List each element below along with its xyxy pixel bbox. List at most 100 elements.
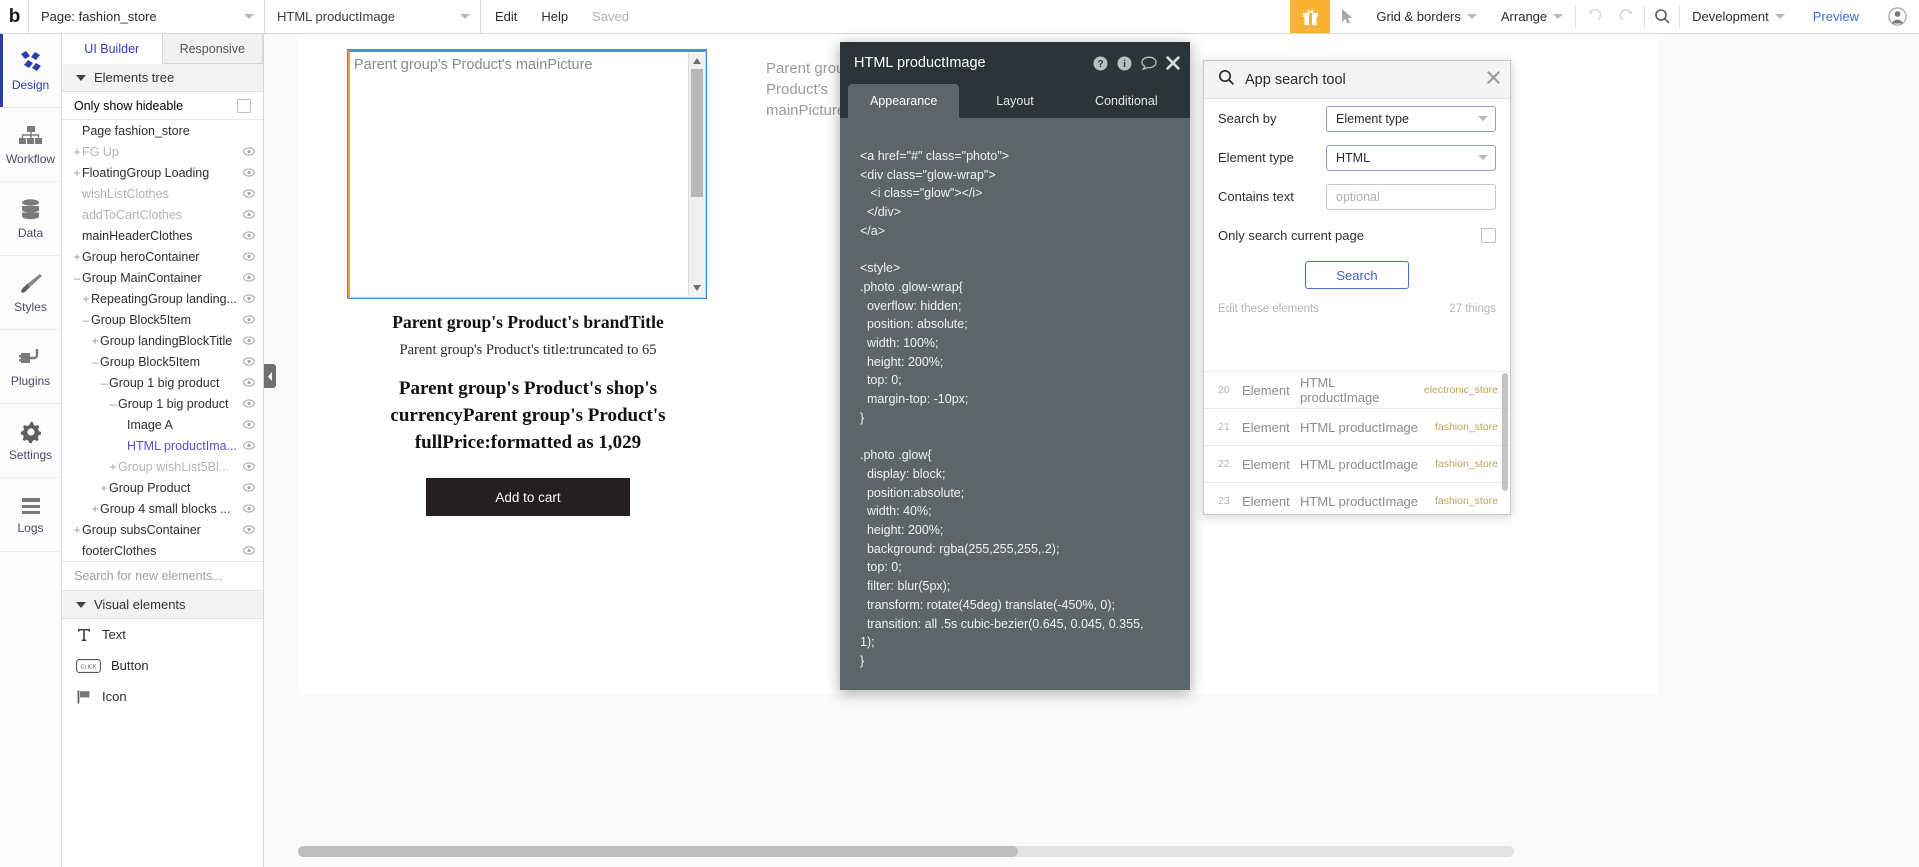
environment-dropdown[interactable]: Development bbox=[1680, 0, 1797, 33]
visibility-eye-icon[interactable] bbox=[243, 397, 255, 411]
tree-item[interactable]: – Group Block5Item bbox=[62, 309, 263, 330]
tree-item[interactable]: – Group MainContainer bbox=[62, 267, 263, 288]
visibility-eye-icon[interactable] bbox=[243, 229, 255, 243]
modal-header[interactable]: HTML productImage ? i bbox=[840, 42, 1190, 84]
edit-these-elements-link[interactable]: Edit these elements bbox=[1218, 303, 1319, 315]
bubble-logo-icon[interactable]: b bbox=[0, 0, 28, 33]
canvas-horizontal-scrollbar[interactable] bbox=[298, 846, 1514, 857]
close-icon[interactable] bbox=[1487, 70, 1500, 89]
collapse-icon[interactable]: – bbox=[81, 313, 91, 327]
redo-icon[interactable] bbox=[1610, 0, 1644, 33]
comment-icon[interactable] bbox=[1141, 56, 1157, 71]
info-icon[interactable]: i bbox=[1117, 56, 1132, 71]
visibility-eye-icon[interactable] bbox=[243, 502, 255, 516]
element-properties-modal[interactable]: HTML productImage ? i Appearance Layout … bbox=[840, 42, 1190, 690]
visibility-eye-icon[interactable] bbox=[243, 145, 255, 159]
product-card[interactable]: Parent group's Product's mainPicture Par… bbox=[347, 49, 708, 516]
visibility-eye-icon[interactable] bbox=[243, 376, 255, 390]
rail-item-workflow[interactable]: Workflow bbox=[0, 108, 61, 182]
expand-icon[interactable]: + bbox=[108, 460, 118, 474]
visibility-eye-icon[interactable] bbox=[243, 355, 255, 369]
tab-ui-builder[interactable]: UI Builder bbox=[62, 34, 163, 64]
collapse-icon[interactable]: – bbox=[99, 376, 109, 390]
visibility-eye-icon[interactable] bbox=[243, 418, 255, 432]
help-icon[interactable]: ? bbox=[1093, 56, 1108, 71]
tab-responsive[interactable]: Responsive bbox=[162, 34, 263, 63]
rail-item-styles[interactable]: Styles bbox=[0, 256, 61, 330]
tree-item[interactable]: – Group 1 big product bbox=[62, 372, 263, 393]
rail-item-plugins[interactable]: Plugins bbox=[0, 330, 61, 404]
results-scrollbar-thumb[interactable] bbox=[1502, 373, 1508, 491]
tree-item[interactable]: footerClothes bbox=[62, 540, 263, 561]
search-result-row[interactable]: 22 Element HTML productImage fashion_store bbox=[1204, 445, 1510, 482]
panel-collapse-handle[interactable] bbox=[264, 364, 276, 388]
tree-item[interactable]: addToCartClothes bbox=[62, 204, 263, 225]
tree-item[interactable]: + FloatingGroup Loading bbox=[62, 162, 263, 183]
expand-icon[interactable]: + bbox=[72, 250, 82, 264]
palette-item-icon[interactable]: Icon bbox=[62, 681, 263, 712]
visibility-eye-icon[interactable] bbox=[243, 292, 255, 306]
tree-item[interactable]: + FG Up bbox=[62, 141, 263, 162]
arrange-dropdown[interactable]: Arrange bbox=[1489, 0, 1575, 33]
palette-item-text[interactable]: Text bbox=[62, 619, 263, 650]
user-avatar[interactable] bbox=[1875, 0, 1919, 33]
expand-icon[interactable]: + bbox=[81, 292, 91, 306]
gift-icon[interactable] bbox=[1290, 0, 1331, 33]
html-code-editor[interactable]: <a href="#" class="photo"> <div class="g… bbox=[858, 143, 1172, 690]
contains-text-input[interactable]: optional bbox=[1326, 183, 1496, 210]
cursor-tool-icon[interactable] bbox=[1330, 0, 1364, 33]
visual-elements-header[interactable]: Visual elements bbox=[62, 591, 263, 619]
tree-item[interactable]: + Group wishList5Bl... bbox=[62, 456, 263, 477]
rail-item-data[interactable]: Data bbox=[0, 182, 61, 256]
search-result-row[interactable]: 20 Element HTML productImage electronic_sto… bbox=[1204, 371, 1510, 408]
scrollbar-thumb[interactable] bbox=[691, 69, 703, 197]
product-image-placeholder[interactable]: Parent group's Product's mainPicture bbox=[347, 49, 707, 299]
undo-icon[interactable] bbox=[1576, 0, 1610, 33]
collapse-icon[interactable]: – bbox=[108, 397, 118, 411]
elements-tree-header[interactable]: Elements tree bbox=[62, 64, 263, 92]
close-icon[interactable] bbox=[1166, 56, 1180, 70]
visibility-eye-icon[interactable] bbox=[243, 313, 255, 327]
palette-item-button[interactable]: CLICK Button bbox=[62, 650, 263, 681]
tree-item[interactable]: mainHeaderClothes bbox=[62, 225, 263, 246]
tab-layout[interactable]: Layout bbox=[959, 84, 1070, 118]
tree-item[interactable]: Page fashion_store bbox=[62, 120, 263, 141]
rail-item-design[interactable]: Design bbox=[0, 34, 61, 108]
expand-icon[interactable]: + bbox=[99, 481, 109, 495]
tree-item[interactable]: – Group Block5Item bbox=[62, 351, 263, 372]
tree-item[interactable]: + Group Product bbox=[62, 477, 263, 498]
only-show-hideable-row[interactable]: Only show hideable bbox=[62, 92, 263, 120]
search-new-elements-input[interactable]: Search for new elements... bbox=[62, 561, 263, 591]
only-current-page-checkbox[interactable] bbox=[1481, 228, 1496, 243]
expand-icon[interactable]: + bbox=[90, 334, 100, 348]
visibility-eye-icon[interactable] bbox=[243, 187, 255, 201]
tree-item[interactable]: + Group subsContainer bbox=[62, 519, 263, 540]
visibility-eye-icon[interactable] bbox=[243, 481, 255, 495]
expand-icon[interactable]: + bbox=[72, 145, 82, 159]
add-to-cart-button[interactable]: Add to cart bbox=[426, 478, 630, 516]
menu-edit[interactable]: Edit bbox=[480, 0, 531, 33]
visibility-eye-icon[interactable] bbox=[243, 250, 255, 264]
tree-item[interactable]: + Group heroContainer bbox=[62, 246, 263, 267]
tree-item[interactable]: Image A bbox=[62, 414, 263, 435]
app-search-tool-panel[interactable]: App search tool Search by Element type E… bbox=[1203, 60, 1511, 515]
tab-conditional[interactable]: Conditional bbox=[1071, 84, 1182, 118]
search-by-select[interactable]: Element type bbox=[1326, 105, 1496, 132]
element-selector[interactable]: HTML productImage bbox=[264, 0, 480, 33]
tree-item[interactable]: + Group landingBlockTitle bbox=[62, 330, 263, 351]
scroll-down-icon[interactable] bbox=[693, 285, 701, 291]
expand-icon[interactable]: + bbox=[90, 502, 100, 516]
visibility-eye-icon[interactable] bbox=[243, 544, 255, 558]
collapse-icon[interactable]: – bbox=[72, 271, 82, 285]
rail-item-settings[interactable]: Settings bbox=[0, 404, 61, 478]
rail-item-logs[interactable]: Logs bbox=[0, 478, 61, 552]
visibility-eye-icon[interactable] bbox=[243, 334, 255, 348]
expand-icon[interactable]: + bbox=[72, 523, 82, 537]
grid-borders-dropdown[interactable]: Grid & borders bbox=[1364, 0, 1489, 33]
expand-icon[interactable]: + bbox=[72, 166, 82, 180]
tree-item[interactable]: + RepeatingGroup landing... bbox=[62, 288, 263, 309]
image-scrollbar[interactable] bbox=[688, 53, 704, 296]
scrollbar-thumb[interactable] bbox=[298, 846, 1018, 857]
only-show-hideable-checkbox[interactable] bbox=[237, 98, 251, 113]
tree-item[interactable]: HTML productIma... bbox=[62, 435, 263, 456]
